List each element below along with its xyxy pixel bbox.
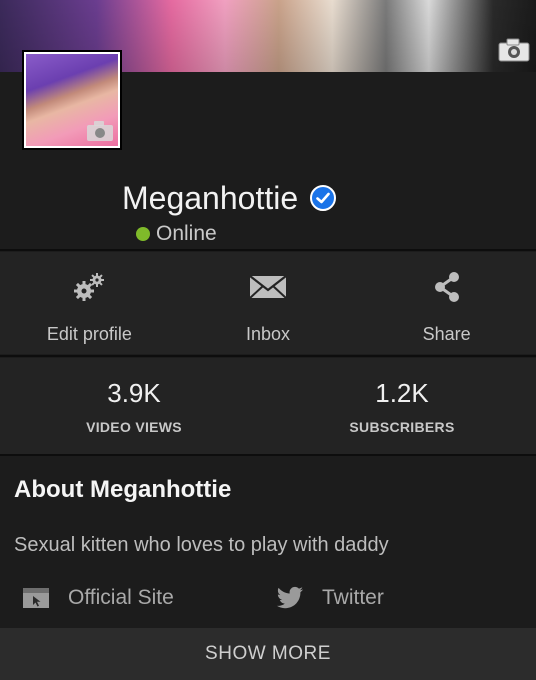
verified-badge-icon xyxy=(310,185,337,211)
about-section: About Meganhottie Sexual kitten who love… xyxy=(0,456,536,630)
twitter-label: Twitter xyxy=(322,586,384,609)
share-label: Share xyxy=(422,324,471,344)
camera-icon[interactable] xyxy=(498,38,530,62)
profile-actions: Edit profile Inbox Share xyxy=(0,252,536,354)
subscribers-stat: 1.2K SUBSCRIBERS xyxy=(268,358,536,454)
profile-name-row: Meganhottie xyxy=(122,178,337,218)
camera-icon[interactable] xyxy=(86,120,114,142)
official-site-label: Official Site xyxy=(68,586,174,609)
divider xyxy=(0,249,536,251)
profile-name: Meganhottie xyxy=(122,179,299,216)
inbox-button[interactable]: Inbox xyxy=(179,252,358,354)
about-title: About Meganhottie xyxy=(14,476,232,503)
share-icon xyxy=(434,272,459,302)
website-icon xyxy=(23,588,49,608)
inbox-label: Inbox xyxy=(245,324,291,344)
show-more-button[interactable]: SHOW MORE xyxy=(0,628,536,680)
share-button[interactable]: Share xyxy=(357,252,536,354)
envelope-icon xyxy=(249,275,287,299)
gears-icon xyxy=(74,273,105,301)
edit-profile-label: Edit profile xyxy=(46,324,132,344)
social-links: Official Site Twitter xyxy=(0,586,536,622)
edit-profile-button[interactable]: Edit profile xyxy=(0,252,179,354)
about-bio: Sexual kitten who loves to play with dad… xyxy=(14,534,389,556)
subscribers-label: SUBSCRIBERS xyxy=(349,419,455,435)
official-site-link[interactable]: Official Site xyxy=(22,586,174,610)
twitter-icon xyxy=(276,586,304,609)
status-dot xyxy=(136,227,150,241)
video-views-label: VIDEO VIEWS xyxy=(86,419,182,435)
online-status: Online xyxy=(136,222,217,246)
profile-stats: 3.9K VIDEO VIEWS 1.2K SUBSCRIBERS xyxy=(0,358,536,454)
subscribers-value: 1.2K xyxy=(375,378,429,408)
divider xyxy=(0,355,536,357)
avatar[interactable] xyxy=(22,50,122,150)
status-text: Online xyxy=(156,222,217,245)
twitter-link[interactable]: Twitter xyxy=(276,586,384,610)
video-views-value: 3.9K xyxy=(107,378,161,408)
video-views-stat: 3.9K VIDEO VIEWS xyxy=(0,358,268,454)
